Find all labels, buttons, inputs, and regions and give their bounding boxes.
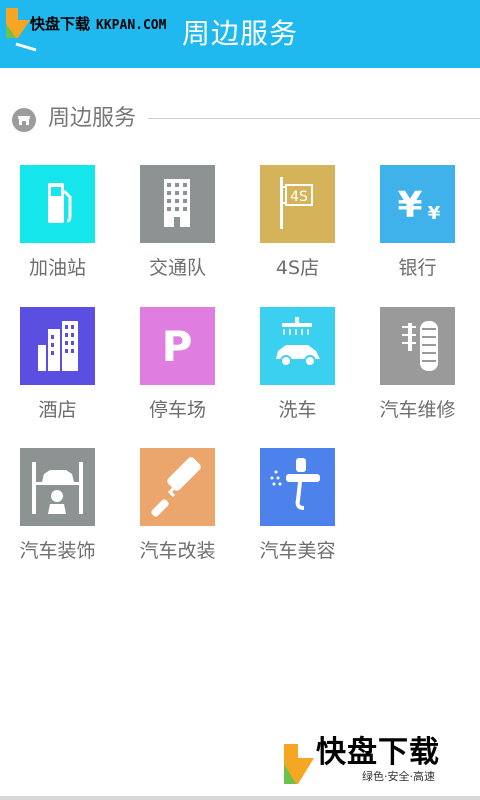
svg-text:¥: ¥: [428, 203, 441, 224]
service-car-modification[interactable]: 汽车改装: [120, 448, 240, 578]
service-label: 汽车美容: [259, 540, 336, 562]
service-icon-box: [140, 165, 215, 243]
service-bank[interactable]: ¥ ¥ 银行: [360, 165, 480, 295]
service-hotel[interactable]: 酒店: [0, 307, 120, 437]
section-header: 周边服务: [0, 100, 480, 140]
service-icon-box: P: [140, 307, 215, 385]
service-parking[interactable]: P 停车场: [120, 307, 240, 437]
service-label: 停车场: [148, 399, 206, 421]
spray-gun-icon: [270, 458, 320, 510]
service-icon-box: [20, 448, 95, 526]
service-icon-box: [20, 165, 95, 243]
car-lift-icon: [32, 462, 83, 514]
office-building-icon: [164, 179, 190, 227]
service-label: 加油站: [28, 257, 86, 279]
service-label: 汽车改装: [139, 540, 216, 562]
svg-text:¥: ¥: [397, 185, 422, 226]
section-title: 周边服务: [48, 106, 137, 131]
service-label: 汽车装饰: [19, 540, 96, 562]
service-car-beauty[interactable]: 汽车美容: [240, 448, 360, 578]
svg-text:P: P: [162, 322, 193, 371]
service-icon-box: [260, 307, 335, 385]
service-icon-box: [260, 448, 335, 526]
shop-icon: [12, 108, 36, 132]
service-icon-box: [380, 307, 455, 385]
top-bar: 周边服务 快盘下载 KKPAN.COM: [0, 0, 480, 68]
watermark-bottom-tagline: 绿色·安全·高速: [362, 770, 435, 783]
service-label: 汽车维修: [379, 399, 456, 421]
watermark-bottom-title: 快盘下载: [316, 735, 440, 770]
service-4s-store[interactable]: 4S 4S店: [240, 165, 360, 295]
4s-sign-icon: 4S: [280, 177, 313, 229]
paint-roller-icon: [151, 457, 201, 517]
service-label: 4S店: [275, 257, 320, 279]
parking-icon: P: [162, 322, 193, 371]
service-icon-box: [20, 307, 95, 385]
tire-repair-icon: [402, 321, 438, 371]
watermark-logo-icon: [6, 8, 30, 38]
service-label: 酒店: [38, 399, 77, 421]
watermark-top-url: KKPAN.COM: [96, 18, 167, 33]
service-gas-station[interactable]: 加油站: [0, 165, 120, 295]
service-icon-box: ¥ ¥: [380, 165, 455, 243]
watermark-top: 快盘下载 KKPAN.COM: [30, 12, 166, 36]
svg-text:4S: 4S: [290, 189, 308, 205]
bottom-divider: [0, 796, 480, 800]
service-label: 洗车: [278, 399, 317, 421]
service-car-repair[interactable]: 汽车维修: [360, 307, 480, 437]
watermark-logo-icon: [284, 744, 314, 784]
section-divider: [148, 118, 480, 119]
watermark-bottom: 快盘下载 绿色·安全·高速: [280, 736, 480, 792]
service-icon-box: 4S: [260, 165, 335, 243]
car-wash-icon: [276, 317, 320, 367]
service-traffic-police[interactable]: 交通队: [120, 165, 240, 295]
watermark-top-text: 快盘下载: [30, 15, 91, 33]
yen-icon: ¥ ¥: [397, 185, 441, 226]
gas-station-icon: [48, 183, 72, 223]
service-label: 银行: [398, 257, 437, 279]
service-car-wash[interactable]: 洗车: [240, 307, 360, 437]
service-icon-box: [140, 448, 215, 526]
service-label: 交通队: [148, 257, 206, 279]
service-car-decoration[interactable]: 汽车装饰: [0, 448, 120, 578]
hotel-icon: [38, 321, 78, 371]
